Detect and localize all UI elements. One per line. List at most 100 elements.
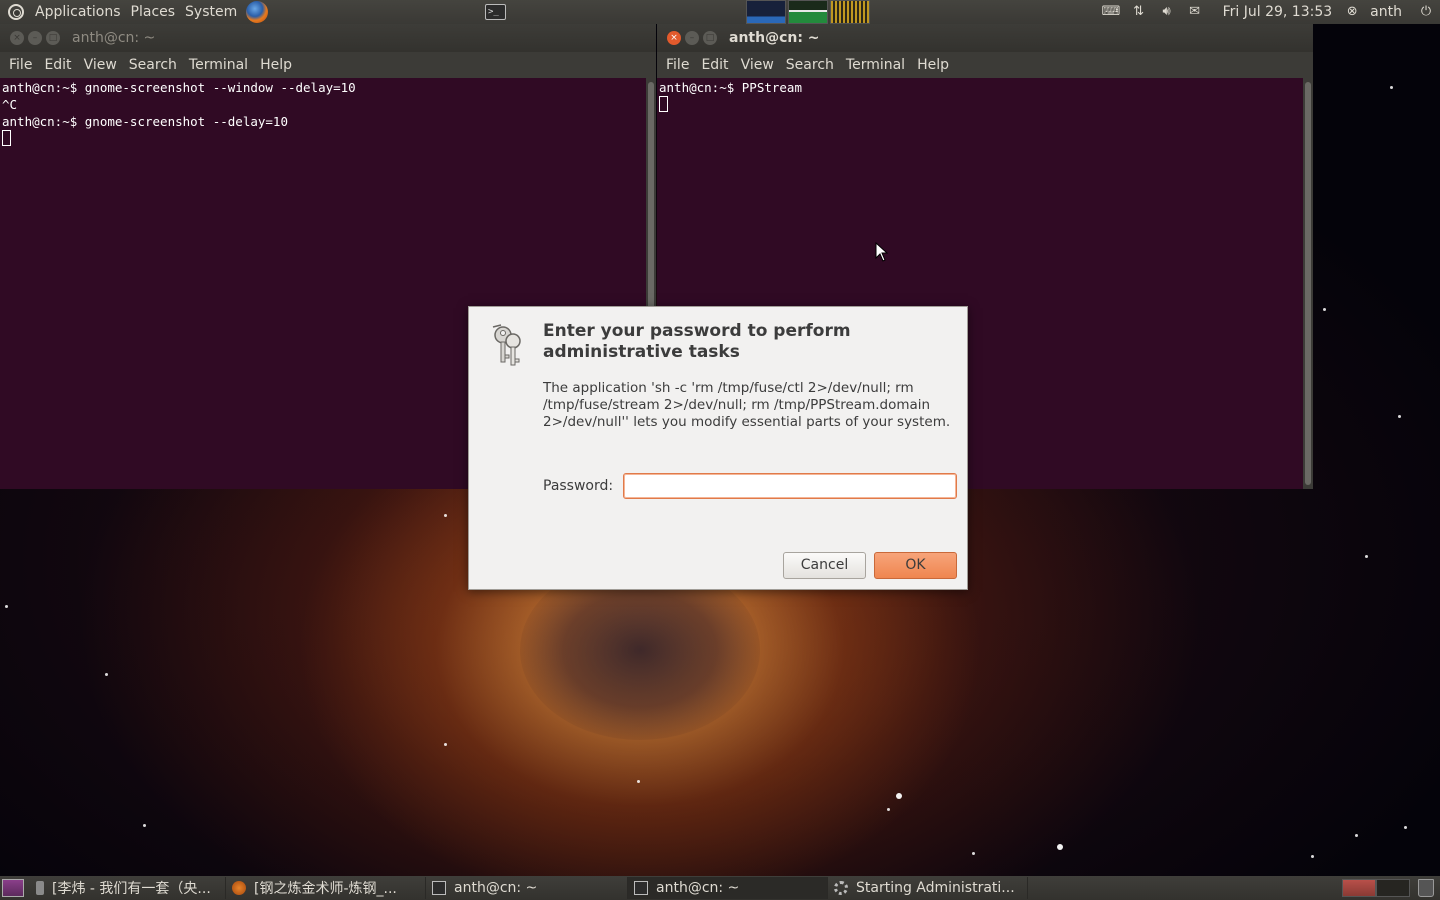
menu-help[interactable]: Help	[254, 57, 298, 73]
taskbar-item[interactable]: anth@cn: ~	[628, 877, 828, 899]
firefox-icon	[232, 881, 246, 895]
star	[1390, 86, 1393, 89]
system-menu[interactable]: System	[180, 4, 242, 20]
terminal-line: anth@cn:~$ gnome-screenshot --window --d…	[2, 80, 356, 95]
terminal-cursor	[659, 96, 668, 112]
menu-search[interactable]: Search	[780, 57, 840, 73]
taskbar-item[interactable]: anth@cn: ~	[426, 877, 628, 899]
window-buttons: × – □	[667, 31, 721, 45]
power-icon[interactable]: ⏻	[1417, 5, 1435, 19]
right-terminal-titlebar[interactable]: × – □ anth@cn: ~	[657, 24, 1313, 52]
system-monitor-applet[interactable]	[746, 0, 872, 24]
places-menu[interactable]: Places	[126, 4, 181, 20]
star	[1057, 844, 1063, 850]
network-graph	[830, 0, 870, 24]
window-title: anth@cn: ~	[729, 30, 820, 46]
bottom-panel: [李炜 - 我们有一套（央... [钢之炼金术师-炼钢_... anth@cn:…	[0, 876, 1440, 900]
cpu-graph	[746, 0, 786, 24]
user-status-icon[interactable]: ⊗	[1343, 5, 1361, 19]
window-buttons: × – □	[10, 31, 64, 45]
top-panel-menus: Applications Places System	[0, 0, 269, 24]
star	[1355, 834, 1358, 837]
taskbar-item-label: [李炜 - 我们有一套（央...	[52, 881, 211, 897]
clock[interactable]: Fri Jul 29, 13:53	[1223, 4, 1333, 20]
menu-terminal[interactable]: Terminal	[183, 57, 254, 73]
menu-file[interactable]: File	[3, 57, 38, 73]
close-icon[interactable]: ×	[667, 31, 681, 45]
menu-edit[interactable]: Edit	[38, 57, 77, 73]
ok-button[interactable]: OK	[874, 552, 957, 579]
taskbar-item-label: anth@cn: ~	[656, 880, 740, 896]
terminal-icon	[634, 881, 648, 895]
applications-menu[interactable]: Applications	[30, 4, 126, 20]
maximize-icon[interactable]: □	[46, 31, 60, 45]
top-panel-tray: ⌨ ⇅ 🔊︎ ✉ Fri Jul 29, 13:53 ⊗ anth ⏻	[1097, 0, 1440, 24]
dialog-heading: Enter your password to perform administr…	[543, 321, 851, 362]
menu-view[interactable]: View	[735, 57, 780, 73]
star	[1323, 308, 1326, 311]
terminal-line: ^C	[2, 97, 18, 112]
cancel-button[interactable]: Cancel	[783, 552, 866, 579]
authentication-dialog: Enter your password to perform administr…	[468, 306, 968, 590]
volume-icon[interactable]: 🔊︎	[1158, 5, 1176, 19]
star	[1398, 415, 1401, 418]
left-terminal-titlebar[interactable]: × – □ anth@cn: ~	[0, 24, 656, 52]
workspace-2[interactable]	[1376, 879, 1410, 897]
mouse-pointer-icon	[875, 242, 889, 262]
top-panel: Applications Places System >_ ⌨ ⇅ 🔊︎ ✉ F…	[0, 0, 1440, 24]
network-icon[interactable]: ⇅	[1130, 5, 1148, 19]
star	[637, 780, 640, 783]
terminal-cursor	[2, 130, 11, 146]
star	[143, 824, 146, 827]
star	[896, 793, 902, 799]
star	[887, 808, 890, 811]
menu-file[interactable]: File	[660, 57, 695, 73]
window-title: anth@cn: ~	[72, 30, 156, 46]
star	[972, 852, 975, 855]
menu-view[interactable]: View	[78, 57, 123, 73]
phone-app-icon	[36, 881, 44, 895]
gear-icon	[834, 881, 848, 895]
terminal-line: anth@cn:~$ PPStream	[659, 80, 802, 95]
mail-icon[interactable]: ✉	[1186, 5, 1204, 19]
taskbar-item-label: anth@cn: ~	[454, 880, 538, 896]
star	[1311, 855, 1314, 858]
menu-search[interactable]: Search	[123, 57, 183, 73]
taskbar-item-label: Starting Administrati...	[856, 880, 1015, 896]
star	[1365, 555, 1368, 558]
workspace-switcher[interactable]	[1342, 879, 1410, 897]
dialog-message: The application 'sh -c 'rm /tmp/fuse/ctl…	[543, 380, 951, 430]
star	[5, 605, 8, 608]
star	[105, 673, 108, 676]
ubuntu-logo-icon[interactable]	[8, 4, 24, 20]
show-desktop-icon[interactable]	[2, 879, 24, 897]
menu-help[interactable]: Help	[911, 57, 955, 73]
menu-terminal[interactable]: Terminal	[840, 57, 911, 73]
maximize-icon[interactable]: □	[703, 31, 717, 45]
terminal-line: anth@cn:~$ gnome-screenshot --delay=10	[2, 114, 288, 129]
workspace-1[interactable]	[1342, 879, 1376, 897]
minimize-icon[interactable]: –	[685, 31, 699, 45]
taskbar-item[interactable]: [钢之炼金术师-炼钢_...	[226, 877, 426, 899]
right-terminal-menubar: File Edit View Search Terminal Help	[657, 52, 1313, 78]
terminal-launcher-icon[interactable]: >_	[485, 4, 506, 20]
user-menu[interactable]: anth	[1370, 4, 1402, 20]
left-terminal-menubar: File Edit View Search Terminal Help	[0, 52, 656, 78]
star	[1404, 826, 1407, 829]
trash-icon[interactable]	[1418, 879, 1434, 897]
keyboard-icon[interactable]: ⌨	[1102, 5, 1121, 19]
password-label: Password:	[543, 478, 614, 494]
password-input[interactable]	[623, 473, 957, 499]
taskbar-item[interactable]: [李炜 - 我们有一套（央...	[30, 877, 226, 899]
firefox-icon[interactable]	[246, 1, 269, 23]
taskbar-item-label: [钢之炼金术师-炼钢_...	[254, 881, 397, 897]
memory-graph	[788, 0, 828, 24]
taskbar-item[interactable]: Starting Administrati...	[828, 877, 1028, 899]
minimize-icon[interactable]: –	[28, 31, 42, 45]
close-icon[interactable]: ×	[10, 31, 24, 45]
keys-icon	[492, 324, 521, 366]
scrollbar-thumb[interactable]	[1305, 82, 1311, 485]
terminal-icon	[432, 881, 446, 895]
right-terminal-scrollbar[interactable]	[1303, 78, 1313, 489]
menu-edit[interactable]: Edit	[695, 57, 734, 73]
